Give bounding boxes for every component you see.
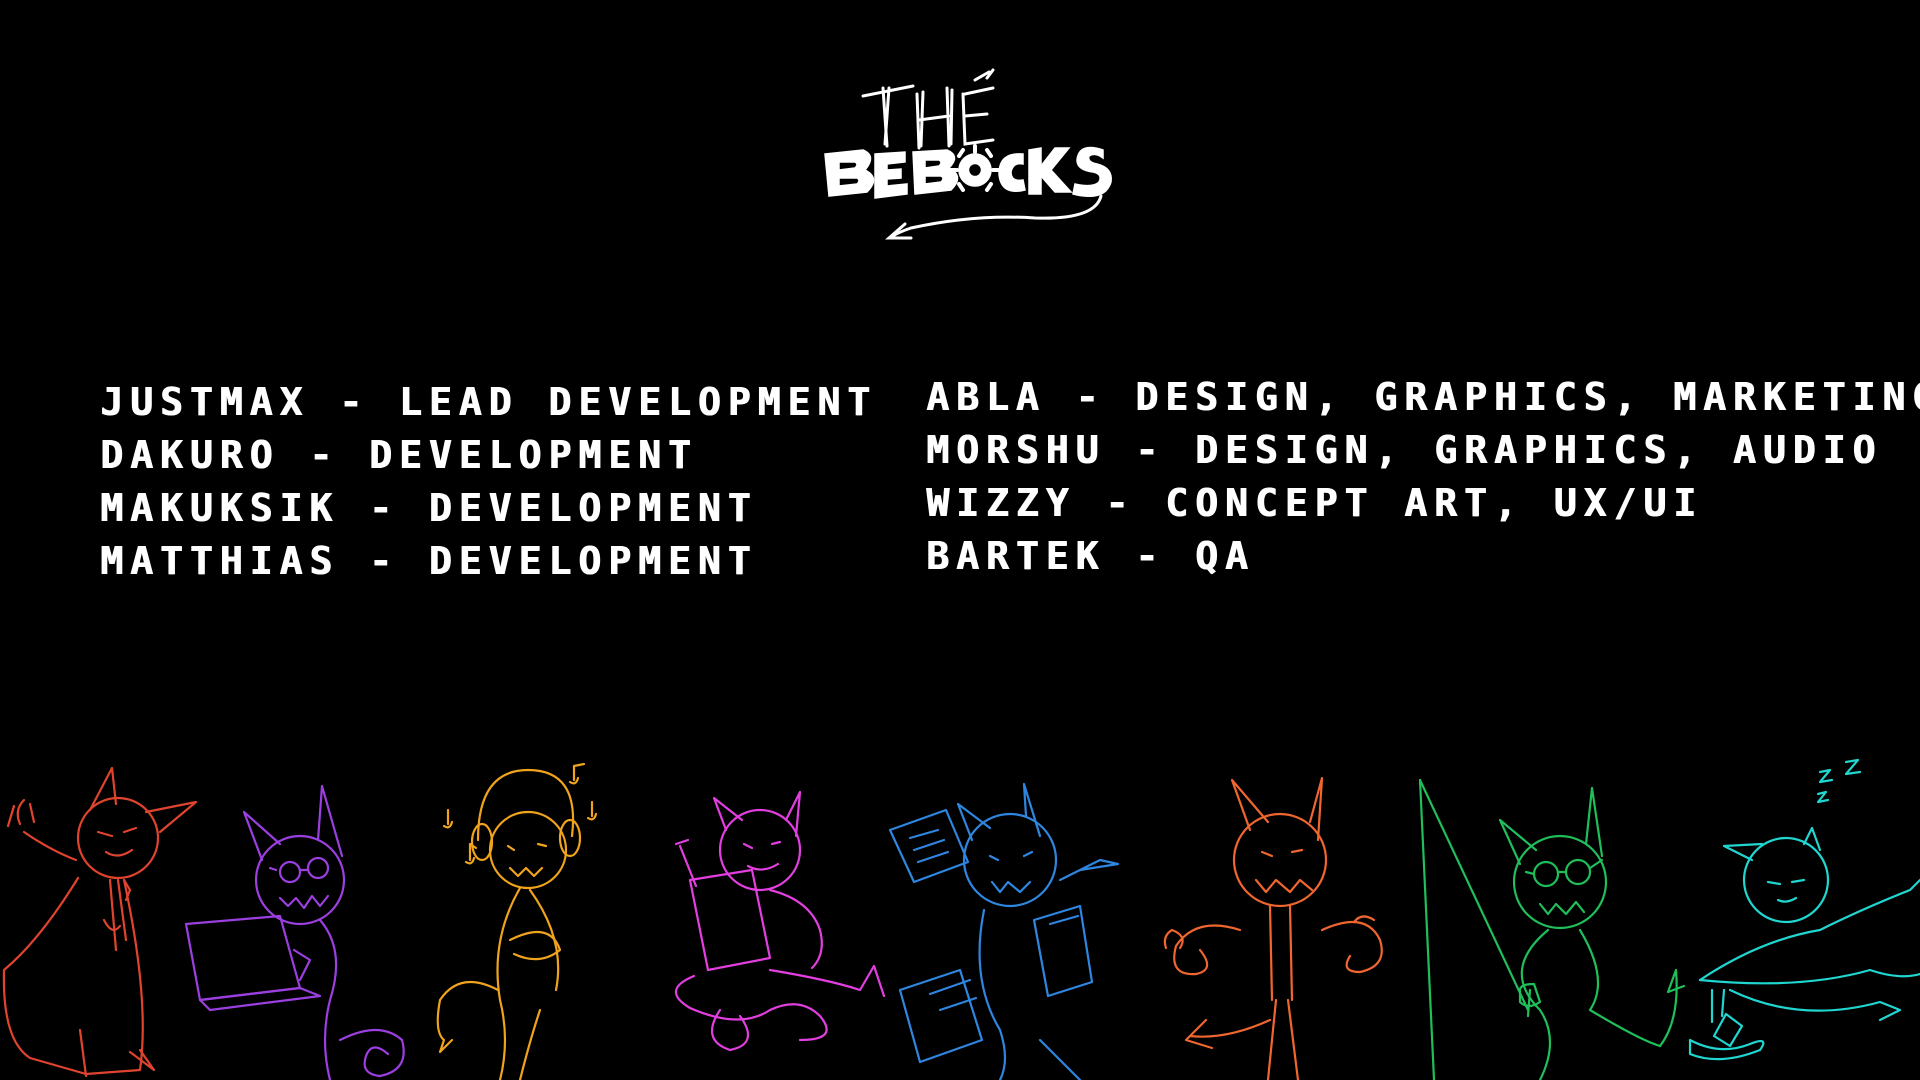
credit-line-wizzy: WIZZY - CONCEPT ART, UX/UI [926, 477, 1920, 530]
credit-separator: - [309, 380, 399, 424]
credits-column-right: ABLA - DESIGN, GRAPHICS, MARKETING MORSH… [926, 371, 1920, 583]
credit-name: MORSHU [926, 428, 1106, 472]
logo-bebocks-text [824, 144, 1112, 199]
credit-name: MAKUKSIK [100, 486, 340, 530]
credit-role: DEVELOPMENT [368, 433, 698, 477]
credit-role: DESIGN, GRAPHICS, MARKETING [1135, 375, 1920, 419]
credits-screen: JUSTMAX - LEAD DEVELOPMENT DAKURO - DEVE… [0, 0, 1920, 1080]
credit-role: CONCEPT ART, UX/UI [1165, 481, 1703, 525]
credit-separator: - [1075, 481, 1166, 525]
logo-artwork [824, 68, 1112, 240]
credit-role: QA [1194, 534, 1255, 578]
credit-role: DESIGN, GRAPHICS, AUDIO [1194, 428, 1883, 472]
credit-line-justmax: JUSTMAX - LEAD DEVELOPMENT [100, 376, 877, 429]
credit-line-makuksik: MAKUKSIK - DEVELOPMENT [100, 482, 877, 535]
credit-line-matthias: MATTHIAS - DEVELOPMENT [100, 535, 877, 588]
credits-column-left: JUSTMAX - LEAD DEVELOPMENT DAKURO - DEVE… [100, 376, 877, 588]
credit-separator: - [1045, 375, 1136, 419]
credit-role: LEAD DEVELOPMENT [398, 380, 877, 424]
logo-tail [891, 194, 1103, 238]
credit-line-bartek: BARTEK - QA [926, 530, 1920, 583]
sleeping-devil-doodle [1688, 758, 1920, 1061]
logo-the-text [861, 68, 995, 150]
doodle-artwork [2, 758, 1920, 1080]
credit-name: WIZZY [926, 481, 1076, 525]
fishing-devil-doodle [1418, 778, 1686, 1080]
caped-devil-doodle [2, 766, 198, 1078]
credit-line-dakuro: DAKURO - DEVELOPMENT [100, 429, 877, 482]
headphones-devil-doodle [436, 762, 598, 1080]
credit-separator: - [1105, 428, 1195, 472]
credit-separator: - [1105, 534, 1195, 578]
credit-line-morshu: MORSHU - DESIGN, GRAPHICS, AUDIO [926, 424, 1920, 477]
credit-separator: - [339, 539, 429, 583]
credit-name: MATTHIAS [100, 539, 340, 583]
bebocks-logo [815, 58, 1115, 248]
credit-role: DEVELOPMENT [428, 486, 758, 530]
credit-name: ABLA [926, 375, 1046, 419]
credit-separator: - [279, 433, 369, 477]
team-doodles [0, 740, 1920, 1080]
credit-role: DEVELOPMENT [428, 539, 758, 583]
credit-name: JUSTMAX [100, 380, 310, 424]
flexing-devil-doodle [1163, 776, 1383, 1080]
credit-name: BARTEK [926, 534, 1106, 578]
credit-separator: - [339, 486, 429, 530]
credit-name: DAKURO [100, 433, 280, 477]
laptop-devil-doodle [184, 784, 405, 1080]
papers-devil-doodle [888, 782, 1120, 1080]
credit-line-abla: ABLA - DESIGN, GRAPHICS, MARKETING [926, 371, 1920, 424]
drawing-devil-doodle [674, 790, 886, 1052]
